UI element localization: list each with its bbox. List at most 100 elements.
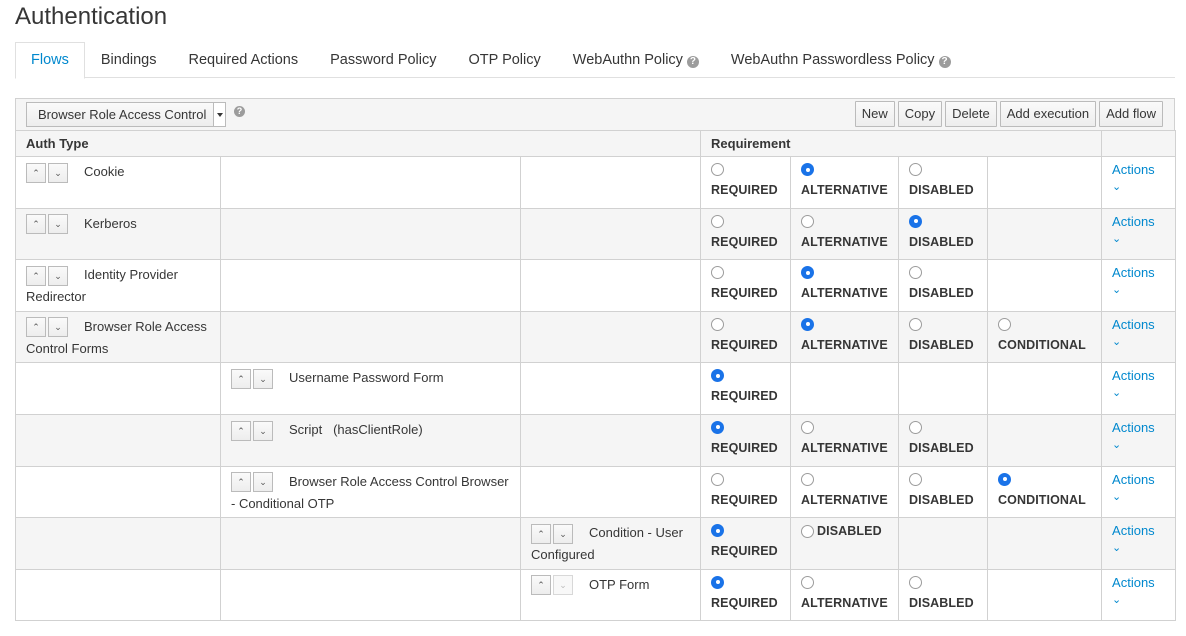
- requirement-radio-alternative[interactable]: [801, 214, 815, 228]
- tab-required-actions[interactable]: Required Actions: [173, 42, 315, 78]
- requirement-radio-conditional[interactable]: [998, 317, 1012, 331]
- auth-type-cell: [220, 517, 521, 570]
- requirement-label: DISABLED: [909, 595, 974, 610]
- chevron-down-icon[interactable]: ⌄: [1112, 543, 1165, 554]
- tab-flows[interactable]: Flows: [15, 42, 85, 79]
- requirement-radio-alternative[interactable]: [801, 163, 815, 176]
- requirement-option: DISABLED: [909, 575, 977, 610]
- chevron-down-icon[interactable]: ⌄: [1112, 336, 1165, 347]
- requirement-radio-disabled[interactable]: [909, 317, 923, 331]
- requirement-radio-alternative[interactable]: [801, 420, 815, 434]
- requirement-cell: REQUIRED: [700, 310, 792, 364]
- requirement-cell: REQUIRED: [700, 156, 792, 209]
- chevron-up-icon[interactable]: ⌃: [26, 214, 46, 235]
- requirement-radio-required[interactable]: [711, 266, 725, 280]
- chevron-up-icon[interactable]: ⌃: [26, 162, 46, 183]
- tab-webauthn-policy[interactable]: WebAuthn Policy?: [557, 42, 715, 78]
- actions-dropdown[interactable]: Actions: [1112, 214, 1165, 229]
- chevron-down-icon[interactable]: ⌄: [48, 317, 68, 338]
- auth-type-cell: [519, 156, 702, 209]
- requirement-option: REQUIRED: [711, 266, 780, 300]
- actions-cell: Actions ⌄: [1101, 465, 1177, 519]
- tab-password-policy[interactable]: Password Policy: [314, 42, 452, 78]
- actions-dropdown[interactable]: Actions: [1112, 524, 1165, 538]
- requirement-radio-required[interactable]: [711, 214, 725, 228]
- requirement-option: DISABLED: [909, 163, 977, 197]
- copy-button[interactable]: Copy: [897, 101, 943, 127]
- requirement-cell: DISABLED: [898, 259, 989, 312]
- requirement-radio-disabled[interactable]: [909, 163, 923, 176]
- actions-dropdown[interactable]: Actions: [1112, 575, 1165, 590]
- actions-dropdown[interactable]: Actions: [1112, 266, 1165, 280]
- requirement-radio-alternative[interactable]: [801, 266, 815, 280]
- chevron-down-icon[interactable]: ⌄: [48, 214, 68, 235]
- actions-dropdown[interactable]: Actions: [1112, 163, 1165, 177]
- actions-dropdown[interactable]: Actions: [1112, 472, 1165, 487]
- chevron-down-icon[interactable]: ⌄: [553, 523, 573, 544]
- requirement-option: ALTERNATIVE: [801, 420, 888, 455]
- requirement-radio-required[interactable]: [711, 369, 725, 383]
- chevron-up-icon[interactable]: ⌃: [26, 265, 46, 286]
- add-flow-button[interactable]: Add flow: [1099, 101, 1163, 127]
- add-execution-button[interactable]: Add execution: [999, 101, 1097, 127]
- chevron-down-icon[interactable]: ⌄: [1112, 388, 1165, 399]
- requirement-radio-alternative[interactable]: [801, 575, 815, 589]
- requirement-radio-alternative[interactable]: [801, 472, 815, 486]
- chevron-down-icon[interactable]: ⌄: [1112, 182, 1165, 193]
- chevron-up-icon[interactable]: ⌃: [531, 575, 551, 596]
- chevron-up-icon[interactable]: ⌃: [26, 317, 46, 338]
- actions-dropdown[interactable]: Actions: [1112, 369, 1165, 383]
- requirement-radio-disabled[interactable]: [801, 524, 815, 538]
- help-icon[interactable]: ?: [234, 106, 245, 117]
- requirement-option: REQUIRED: [711, 420, 780, 455]
- chevron-down-icon[interactable]: ⌄: [1112, 594, 1165, 605]
- tab-bindings[interactable]: Bindings: [85, 42, 173, 78]
- help-icon[interactable]: ?: [686, 56, 699, 68]
- new-button[interactable]: New: [854, 101, 895, 127]
- chevron-up-icon[interactable]: ⌃: [231, 420, 251, 441]
- chevron-up-icon[interactable]: ⌃: [531, 523, 551, 544]
- chevron-down-icon[interactable]: ⌄: [253, 472, 273, 493]
- requirement-label: ALTERNATIVE: [801, 595, 888, 610]
- chevron-down-icon[interactable]: ⌄: [1112, 439, 1165, 450]
- requirement-radio-disabled[interactable]: [909, 472, 923, 486]
- requirement-radio-disabled[interactable]: [909, 266, 923, 280]
- requirement-radio-required[interactable]: [711, 163, 725, 176]
- auth-type-cell: [519, 362, 702, 415]
- actions-cell: Actions ⌄: [1101, 310, 1177, 364]
- chevron-down-icon[interactable]: ⌄: [253, 420, 273, 441]
- auth-type-cell: [220, 207, 521, 261]
- actions-dropdown[interactable]: Actions: [1112, 317, 1165, 332]
- chevron-down-icon[interactable]: ⌄: [1112, 285, 1165, 296]
- chevron-up-icon[interactable]: ⌃: [231, 472, 251, 493]
- chevron-down-icon[interactable]: ⌄: [1112, 233, 1165, 244]
- requirement-radio-required[interactable]: [711, 420, 725, 434]
- requirement-radio-alternative[interactable]: [801, 317, 815, 331]
- requirement-option: ALTERNATIVE: [801, 317, 888, 352]
- requirement-cell: [790, 362, 900, 415]
- chevron-down-icon[interactable]: ⌄: [48, 265, 68, 286]
- tab-webauthn-passwordless-policy[interactable]: WebAuthn Passwordless Policy?: [715, 42, 967, 78]
- chevron-up-icon[interactable]: ⌃: [231, 368, 251, 389]
- help-icon[interactable]: ?: [938, 56, 951, 68]
- chevron-down-icon[interactable]: ⌄: [253, 368, 273, 389]
- requirement-radio-required[interactable]: [711, 524, 725, 538]
- requirement-radio-disabled[interactable]: [909, 575, 923, 589]
- requirement-label: CONDITIONAL: [998, 337, 1086, 352]
- chevron-down-icon[interactable]: ⌄: [1112, 491, 1165, 502]
- delete-button[interactable]: Delete: [945, 101, 997, 127]
- requirement-radio-disabled[interactable]: [909, 214, 923, 228]
- reorder-controls: ⌃ ⌄: [26, 213, 70, 235]
- requirement-radio-required[interactable]: [711, 472, 725, 486]
- execution-name: Cookie: [84, 164, 125, 179]
- chevron-down-icon[interactable]: ⌄: [48, 162, 68, 183]
- requirement-radio-required[interactable]: [711, 317, 725, 331]
- actions-dropdown[interactable]: Actions: [1112, 420, 1165, 435]
- requirement-radio-disabled[interactable]: [909, 420, 923, 434]
- auth-type-cell: [220, 568, 521, 622]
- flow-select[interactable]: Browser Role Access Control: [26, 102, 226, 127]
- requirement-radio-required[interactable]: [711, 575, 725, 589]
- requirement-radio-conditional[interactable]: [998, 472, 1012, 486]
- tab-otp-policy[interactable]: OTP Policy: [453, 42, 557, 78]
- auth-type-cell: [220, 310, 521, 364]
